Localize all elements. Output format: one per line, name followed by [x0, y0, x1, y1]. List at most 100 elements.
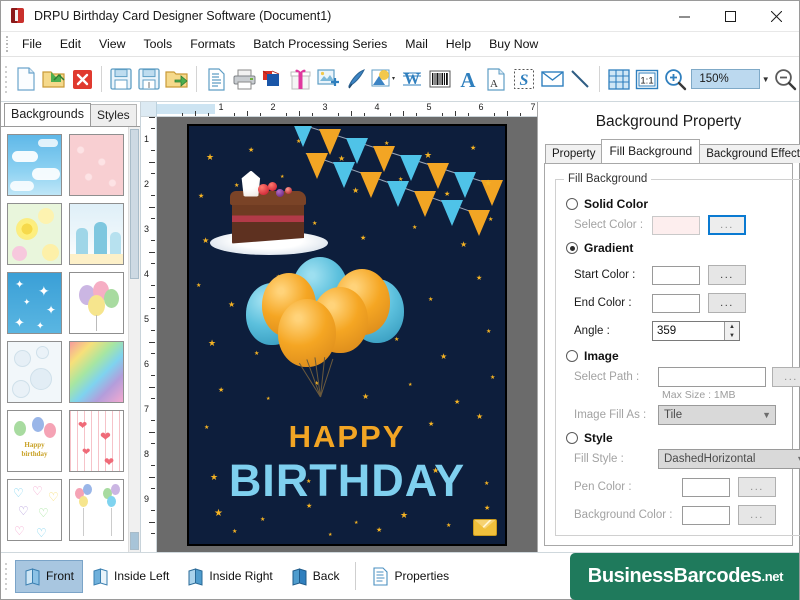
angle-stepper[interactable]: 359 ▲▼	[652, 321, 740, 341]
line-icon[interactable]	[566, 63, 594, 95]
menu-item-mail[interactable]: Mail	[396, 34, 437, 54]
select-path-input[interactable]	[658, 367, 766, 387]
card-side-back-button[interactable]: Back	[282, 560, 349, 593]
menu-item-formats[interactable]: Formats	[181, 34, 244, 54]
card-side-inside-left-button[interactable]: Inside Left	[83, 560, 178, 593]
properties-button[interactable]: Properties	[363, 560, 458, 593]
start-color-swatch[interactable]	[652, 266, 700, 285]
thumbnail-happy-birthday[interactable]: Happy birthday	[7, 410, 62, 472]
save-as-icon[interactable]: I	[135, 63, 163, 95]
text-frame-icon[interactable]: A	[482, 63, 510, 95]
image-radio-row[interactable]: Image	[566, 349, 800, 363]
solid-color-radio[interactable]	[566, 198, 578, 210]
menu-item-edit[interactable]: Edit	[51, 34, 90, 54]
scrollbar-thumb[interactable]	[130, 129, 139, 279]
ruler-tick-label: 6	[144, 359, 149, 369]
thumbnail-rainbow[interactable]	[69, 341, 124, 403]
background-color-browse-button[interactable]: ...	[738, 505, 776, 525]
solid-color-swatch[interactable]	[652, 216, 700, 235]
toolbar-grip-handle[interactable]	[5, 64, 9, 94]
zoom-in-icon[interactable]	[661, 63, 689, 95]
zoom-dropdown-chevron-down-icon[interactable]: ▼	[760, 69, 771, 89]
thumbnail-balloon-bunches[interactable]	[69, 479, 124, 541]
style-radio-row[interactable]: Style	[566, 431, 800, 445]
maximize-button[interactable]	[707, 1, 753, 32]
thumbnail-pink-hearts[interactable]	[69, 134, 124, 196]
thumbnail-blue-stars[interactable]: ✦ ✦ ✦ ✦ ✦ ✦	[7, 272, 62, 334]
image-radio[interactable]	[566, 350, 578, 362]
solid-color-browse-button[interactable]: ...	[708, 215, 746, 235]
watermark-icon[interactable]: W	[398, 63, 426, 95]
pen-color-browse-button[interactable]: ...	[738, 477, 776, 497]
spinner-down-icon[interactable]: ▼	[725, 331, 739, 340]
close-document-icon[interactable]	[68, 63, 96, 95]
print-preview-icon[interactable]	[202, 63, 230, 95]
backgrounds-scrollbar[interactable]	[128, 127, 140, 552]
menu-grip-handle[interactable]	[4, 36, 11, 52]
save-icon[interactable]	[107, 63, 135, 95]
print-icon[interactable]	[230, 63, 258, 95]
solid-color-radio-row[interactable]: Solid Color	[566, 197, 800, 211]
thumbnail-flowers[interactable]	[7, 203, 62, 265]
start-color-browse-button[interactable]: ...	[708, 265, 746, 285]
tab-fill-background[interactable]: Fill Background	[601, 139, 700, 163]
text-icon[interactable]: A	[454, 63, 482, 95]
add-image-icon[interactable]	[314, 63, 342, 95]
pen-color-swatch[interactable]	[682, 478, 730, 497]
shape-icon[interactable]	[370, 63, 398, 95]
grid-icon[interactable]	[605, 63, 633, 95]
end-color-swatch[interactable]	[652, 294, 700, 313]
bunting-flag	[346, 138, 368, 164]
angle-spinner-arrows[interactable]: ▲▼	[724, 322, 739, 340]
thumbnail-bubbles[interactable]	[7, 341, 62, 403]
card-front-preview[interactable]: ★★★★★★★★★★★★★★★★★★★★★★★★★★★★★★★★★★★★★★★★…	[188, 125, 506, 545]
bottom-toolbar-grip-handle[interactable]	[5, 561, 11, 591]
thumbnail-winter-scene[interactable]	[69, 203, 124, 265]
background-color-swatch[interactable]	[682, 506, 730, 525]
thumbnail-balloons-sketch[interactable]	[69, 272, 124, 334]
style-radio[interactable]	[566, 432, 578, 444]
tab-styles[interactable]: Styles	[90, 104, 137, 126]
card-side-inside-right-button[interactable]: Inside Right	[178, 560, 281, 593]
thumbnail-pastel-hearts[interactable]: ♡ ♡ ♡ ♡ ♡ ♡ ♡	[7, 479, 62, 541]
mail-icon[interactable]	[538, 63, 566, 95]
menu-item-file[interactable]: File	[13, 34, 51, 54]
zoom-out-icon[interactable]	[771, 63, 799, 95]
card-side-front-button[interactable]: Front	[15, 560, 83, 593]
menu-item-help[interactable]: Help	[437, 34, 480, 54]
tab-backgrounds[interactable]: Backgrounds	[4, 103, 91, 126]
gift-icon[interactable]	[286, 63, 314, 95]
open-document-icon[interactable]	[40, 63, 68, 95]
fill-style-select[interactable]: DashedHorizontal ▼	[658, 449, 800, 469]
actual-size-icon[interactable]: 1:1	[633, 63, 661, 95]
window-title: DRPU Birthday Card Designer Software (Do…	[34, 9, 661, 23]
gradient-radio-row[interactable]: Gradient	[566, 241, 800, 255]
export-folder-icon[interactable]	[163, 63, 191, 95]
minimize-button[interactable]	[661, 1, 707, 32]
select-path-browse-button[interactable]: ...	[772, 367, 800, 387]
menu-item-buy-now[interactable]: Buy Now	[480, 34, 547, 54]
ruler-tick-label: 8	[144, 449, 149, 459]
scrollbar-thumb-bottom[interactable]	[130, 532, 139, 550]
tab-property[interactable]: Property	[545, 144, 602, 163]
menu-item-batch-processing-series[interactable]: Batch Processing Series	[244, 34, 396, 54]
zoom-level-input[interactable]: 150%	[691, 69, 760, 89]
menu-item-tools[interactable]: Tools	[134, 34, 181, 54]
close-button[interactable]	[753, 1, 799, 32]
new-document-icon[interactable]	[12, 63, 40, 95]
menu-item-view[interactable]: View	[90, 34, 134, 54]
barcode-icon[interactable]	[426, 63, 454, 95]
image-fill-as-select[interactable]: Tile ▼	[658, 405, 776, 425]
end-color-browse-button[interactable]: ...	[708, 293, 746, 313]
spinner-up-icon[interactable]: ▲	[725, 322, 739, 331]
pen-icon[interactable]	[342, 63, 370, 95]
canvas-viewport[interactable]: ★★★★★★★★★★★★★★★★★★★★★★★★★★★★★★★★★★★★★★★★…	[157, 117, 537, 552]
tab-background-effects[interactable]: Background Effects	[699, 144, 800, 163]
thumbnail-clouds[interactable]	[7, 134, 62, 196]
card-layers-icon[interactable]	[258, 63, 286, 95]
horizontal-ruler-strip: 1234567	[157, 102, 537, 116]
gradient-radio[interactable]	[566, 242, 578, 254]
thumbnail-red-hearts[interactable]: ❤ ❤ ❤ ❤	[69, 410, 124, 472]
signature-icon[interactable]: S	[510, 63, 538, 95]
ruler-tick-label: 3	[322, 102, 327, 112]
